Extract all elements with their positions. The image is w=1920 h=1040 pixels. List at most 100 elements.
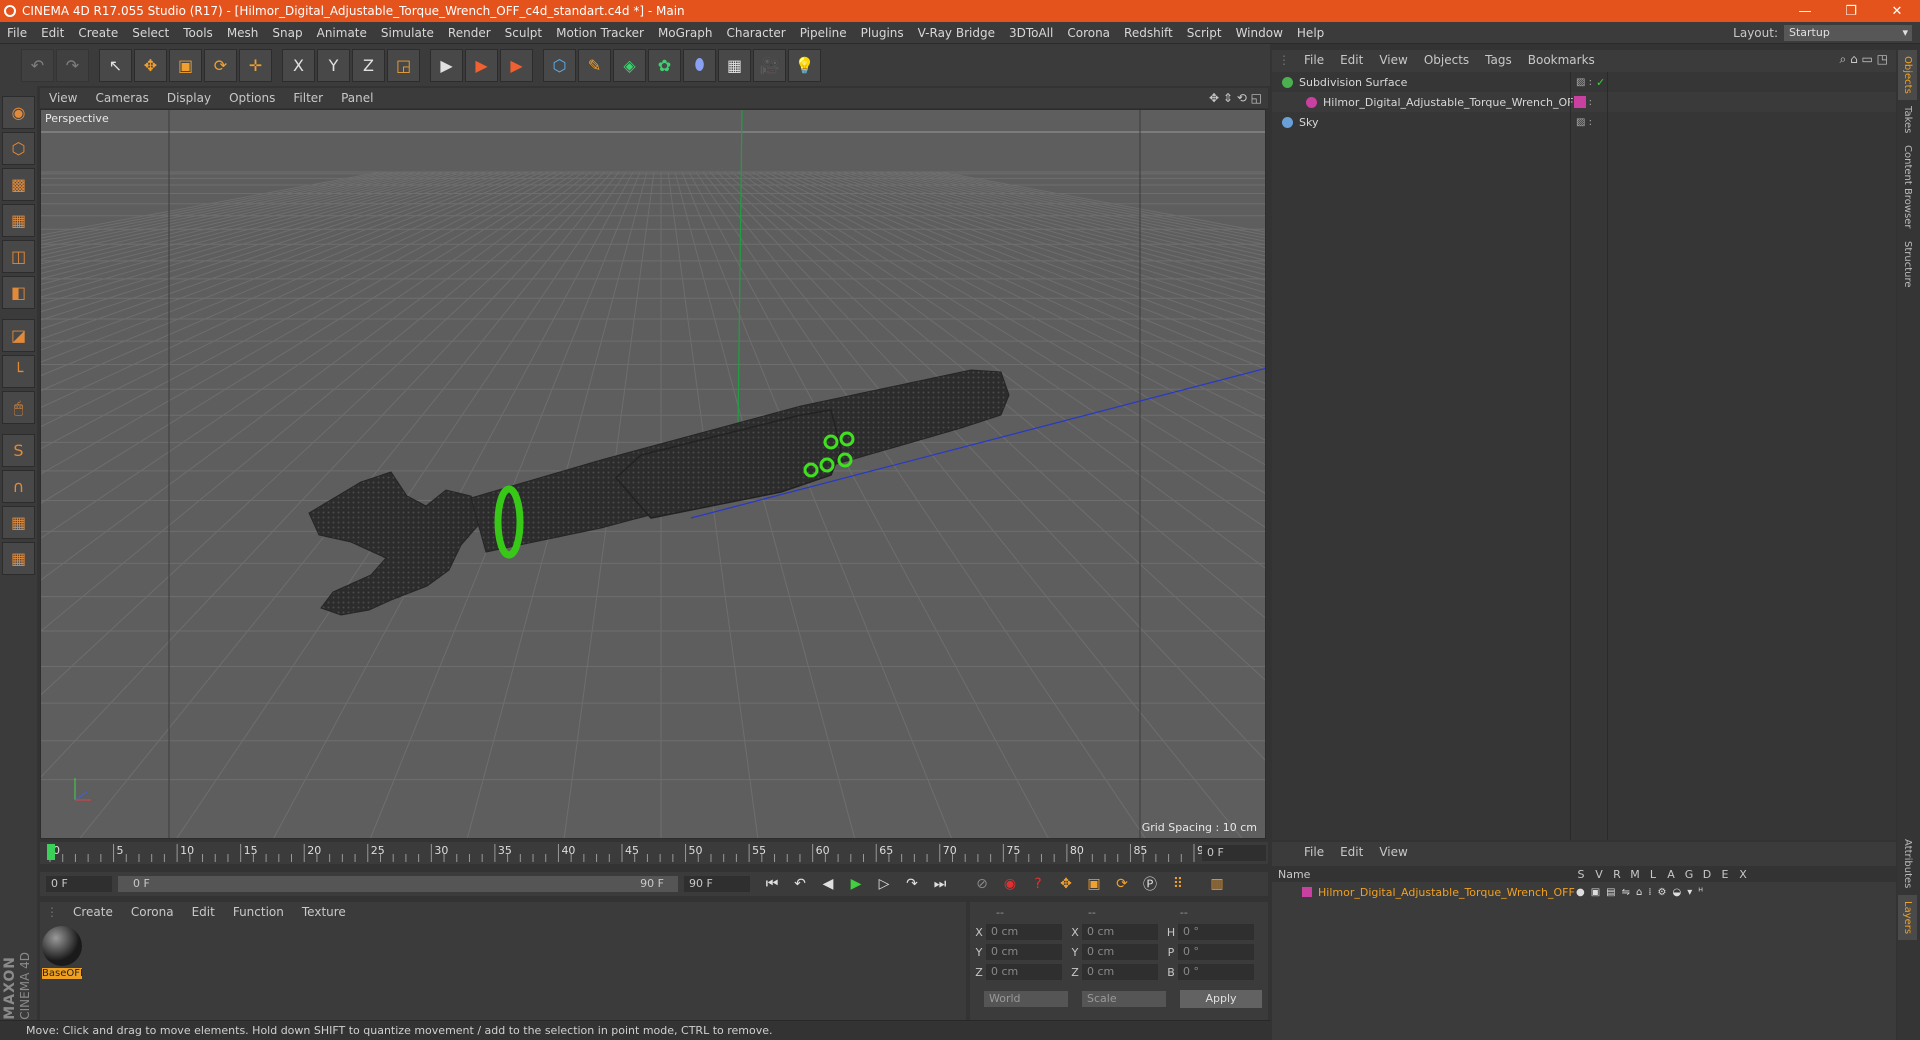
material-menu-function[interactable]: Function [224, 905, 293, 919]
viewport-menu-cameras[interactable]: Cameras [86, 91, 157, 105]
left-tool-5-icon[interactable]: ◧ [2, 276, 35, 309]
object-search-icon[interactable]: ⌕ ⌂ ▭ ◳ [1840, 52, 1888, 67]
layer-row[interactable]: Hilmor_Digital_Adjustable_Torque_Wrench_… [1272, 882, 1896, 902]
subdivision-surface-button[interactable]: ◈ [613, 48, 646, 82]
light-object-button[interactable]: 💡 [788, 48, 821, 82]
frame-range-slider[interactable]: 0 F 90 F [118, 876, 678, 892]
undo-button[interactable]: ↶ [21, 48, 54, 82]
coord-value-field[interactable]: 0 ° [1178, 964, 1254, 980]
menu-character[interactable]: Character [719, 26, 792, 40]
left-tool-11-icon[interactable]: ▦ [2, 506, 35, 539]
object-menu-objects[interactable]: Objects [1416, 53, 1477, 67]
point-level-icon[interactable]: ⠿ [1165, 872, 1191, 896]
coord-value-field[interactable]: 0 ° [1178, 924, 1254, 940]
playhead[interactable] [47, 844, 55, 860]
material-tag-icon[interactable] [1574, 96, 1586, 108]
coordinate-system-button[interactable]: ◲ [387, 48, 420, 82]
layout-select[interactable]: Startup [1784, 24, 1912, 41]
goto-end-button[interactable]: ⏭ [927, 872, 953, 896]
layer-column-header[interactable]: Name [1272, 868, 1572, 881]
prev-frame-button[interactable]: ◀ [815, 872, 841, 896]
apply-button[interactable]: Apply [1180, 990, 1262, 1008]
left-tool-3-icon[interactable]: ▦ [2, 204, 35, 237]
object-row[interactable]: Hilmor_Digital_Adjustable_Torque_Wrench_… [1272, 92, 1896, 112]
object-menu-tags[interactable]: Tags [1477, 53, 1520, 67]
layer-menu-edit[interactable]: Edit [1332, 845, 1371, 859]
start-frame-field[interactable]: 0 F [46, 876, 112, 892]
viewport-menu-filter[interactable]: Filter [284, 91, 332, 105]
layer-column-header[interactable]: D [1698, 868, 1716, 881]
left-tool-10-icon[interactable]: ∩ [2, 470, 35, 503]
object-row[interactable]: Sky ▨ : [1272, 112, 1896, 132]
render-view-button[interactable]: ▶ [430, 48, 463, 82]
layer-menu-file[interactable]: File [1296, 845, 1332, 859]
current-frame-field[interactable]: 0 F [1202, 845, 1266, 861]
layer-menu-view[interactable]: View [1371, 845, 1415, 859]
autokey-icon[interactable]: ◉ [997, 872, 1023, 896]
live-select-button[interactable]: ↖ [99, 48, 132, 82]
camera-object-button[interactable]: 🎥 [753, 48, 786, 82]
material-menu-edit[interactable]: Edit [183, 905, 224, 919]
object-menu-view[interactable]: View [1371, 53, 1415, 67]
menu-script[interactable]: Script [1180, 26, 1229, 40]
timeline-window-icon[interactable]: ▥ [1204, 872, 1230, 896]
move-tool-button[interactable]: ✥ [134, 48, 167, 82]
left-tool-9-icon[interactable]: S [2, 434, 35, 467]
material-menu-create[interactable]: Create [64, 905, 122, 919]
object-visibility-icon[interactable]: ▨ : [1576, 77, 1592, 88]
render-picture-viewer-button[interactable]: ▶ [465, 48, 498, 82]
viewport-menu-view[interactable]: View [40, 91, 86, 105]
left-tool-1-icon[interactable]: ⬡ [2, 132, 35, 165]
coord-value-field[interactable]: 0 cm [1082, 944, 1158, 960]
play-button[interactable]: ▶ [843, 872, 869, 896]
object-menu-edit[interactable]: Edit [1332, 53, 1371, 67]
prev-key-button[interactable]: ↶ [787, 872, 813, 896]
keyframe-selection-icon[interactable]: ? [1025, 872, 1051, 896]
layer-column-header[interactable]: L [1644, 868, 1662, 881]
menu-simulate[interactable]: Simulate [374, 26, 441, 40]
left-tool-6-icon[interactable]: ◪ [2, 319, 35, 352]
layer-column-header[interactable]: S [1572, 868, 1590, 881]
x-axis-button[interactable]: X [282, 48, 315, 82]
object-visibility-icon[interactable]: ▨ : [1576, 117, 1592, 128]
y-axis-button[interactable]: Y [317, 48, 350, 82]
menu-create[interactable]: Create [71, 26, 125, 40]
layer-column-header[interactable]: G [1680, 868, 1698, 881]
material-menu-corona[interactable]: Corona [122, 905, 183, 919]
last-tool-button[interactable]: ✛ [239, 48, 272, 82]
left-tool-7-icon[interactable]: └ [2, 355, 35, 388]
menu-window[interactable]: Window [1229, 26, 1290, 40]
menu-tools[interactable]: Tools [176, 26, 220, 40]
left-tool-2-icon[interactable]: ▩ [2, 168, 35, 201]
side-tab-takes[interactable]: Takes [1898, 100, 1917, 139]
material-thumbnail[interactable]: BaseOFI [42, 926, 83, 984]
coord-value-field[interactable]: 0 ° [1178, 944, 1254, 960]
left-tool-4-icon[interactable]: ◫ [2, 240, 35, 273]
perspective-viewport[interactable]: Perspective Grid Spacing : 10 cm [40, 109, 1266, 839]
close-button[interactable]: ✕ [1874, 4, 1920, 19]
menu-help[interactable]: Help [1290, 26, 1331, 40]
coord-mode-select[interactable]: Scale [1082, 991, 1166, 1007]
menu-plugins[interactable]: Plugins [854, 26, 911, 40]
menu-motion-tracker[interactable]: Motion Tracker [549, 26, 651, 40]
scale-key-icon[interactable]: ▣ [1081, 872, 1107, 896]
end-frame-field[interactable]: 90 F [684, 876, 750, 892]
scale-tool-button[interactable]: ▣ [169, 48, 202, 82]
viewport-menu-panel[interactable]: Panel [332, 91, 382, 105]
menu-redshift[interactable]: Redshift [1117, 26, 1180, 40]
side-tab-objects[interactable]: Objects [1898, 50, 1917, 100]
menu-snap[interactable]: Snap [265, 26, 309, 40]
layer-column-header[interactable]: A [1662, 868, 1680, 881]
menu-animate[interactable]: Animate [310, 26, 374, 40]
timeline-ruler[interactable]: 051015202530354045505560657075808590 0 F [40, 842, 1268, 864]
goto-start-button[interactable]: ⏮ [759, 872, 785, 896]
minimize-button[interactable]: — [1782, 4, 1828, 19]
side-tab-attributes[interactable]: Attributes [1898, 833, 1917, 894]
object-row[interactable]: Subdivision Surface ▨ : ✓ [1272, 72, 1896, 92]
menu-pipeline[interactable]: Pipeline [793, 26, 854, 40]
layer-column-header[interactable]: V [1590, 868, 1608, 881]
next-key-button[interactable]: ↷ [899, 872, 925, 896]
coord-value-field[interactable]: 0 cm [986, 944, 1062, 960]
viewport-navigation-icons[interactable]: ✥ ⇕ ⟲ ◱ [1209, 91, 1268, 105]
menu-mograph[interactable]: MoGraph [651, 26, 720, 40]
